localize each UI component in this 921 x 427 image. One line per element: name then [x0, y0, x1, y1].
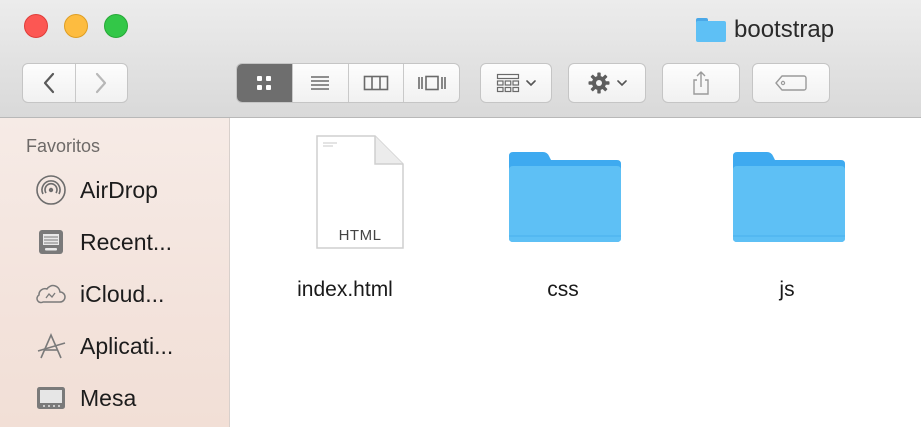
folder-item-js[interactable]: js: [687, 134, 887, 302]
chevron-right-icon: [96, 72, 107, 94]
arrange-button[interactable]: [480, 63, 552, 103]
folder-thumbnail: [687, 134, 887, 254]
back-button[interactable]: [23, 64, 75, 102]
sidebar-item-label: Mesa: [80, 384, 137, 411]
forward-button[interactable]: [74, 64, 128, 102]
airdrop-icon: [34, 173, 68, 207]
sidebar-item-label: Recent...: [80, 228, 173, 255]
cover-flow-view-button[interactable]: [403, 64, 459, 102]
column-view-icon: [363, 75, 389, 91]
column-view-button[interactable]: [347, 64, 404, 102]
sidebar-item-airdrop[interactable]: AirDrop: [34, 170, 158, 210]
icon-view-button[interactable]: [237, 64, 292, 102]
window-title-text: bootstrap: [734, 16, 835, 43]
tag-icon: [775, 75, 807, 91]
sidebar: Favoritos AirDrop Recent... iCloud... Ap…: [0, 118, 230, 427]
view-mode-control: [236, 63, 460, 103]
share-icon: [693, 71, 709, 95]
chevron-left-icon: [43, 72, 54, 94]
share-button[interactable]: [662, 63, 740, 103]
grid-arrange-icon: [496, 73, 520, 93]
sidebar-item-recents[interactable]: Recent...: [34, 222, 172, 262]
cover-flow-icon: [417, 75, 446, 91]
file-item-index-html[interactable]: HTML index.html: [245, 134, 445, 302]
file-browser: HTML index.html css js: [231, 118, 921, 427]
applications-icon: [34, 329, 68, 363]
close-window-button[interactable]: [24, 14, 48, 38]
sidebar-item-applications[interactable]: Aplicati...: [34, 326, 173, 366]
folder-icon: [733, 152, 845, 242]
folder-icon: [696, 18, 726, 42]
file-thumbnail: HTML: [245, 134, 445, 254]
folder-thumbnail: [463, 134, 663, 254]
icloud-icon: [34, 277, 68, 311]
sidebar-item-icloud[interactable]: iCloud...: [34, 274, 164, 314]
folder-name: css: [547, 278, 579, 301]
list-view-icon: [311, 76, 330, 90]
folder-icon: [509, 152, 621, 242]
sidebar-heading-favorites: Favoritos: [26, 136, 101, 156]
recents-icon: [34, 225, 68, 259]
icon-view-icon: [257, 76, 272, 90]
minimize-window-button[interactable]: [64, 14, 88, 38]
sidebar-item-label: iCloud...: [80, 280, 165, 307]
sidebar-item-desktop[interactable]: Mesa: [34, 378, 136, 418]
chevron-down-icon: [526, 80, 536, 87]
sidebar-item-label: AirDrop: [80, 176, 158, 203]
file-type-badge: HTML: [338, 227, 382, 244]
tags-button[interactable]: [752, 63, 830, 103]
gear-icon: [588, 72, 610, 94]
window-title: bootstrap: [696, 14, 834, 46]
chevron-down-icon: [617, 80, 627, 87]
toolbar: bootstrap: [0, 0, 921, 118]
folder-item-css[interactable]: css: [463, 134, 663, 302]
sidebar-item-label: Aplicati...: [80, 332, 174, 359]
navigation-buttons: [22, 63, 128, 103]
file-name: index.html: [297, 278, 393, 301]
list-view-button[interactable]: [291, 64, 348, 102]
action-button[interactable]: [568, 63, 646, 103]
zoom-window-button[interactable]: [104, 14, 128, 38]
folder-name: js: [779, 278, 795, 301]
finder-window: bootstrap Favoritos AirDrop Recent... iC…: [0, 0, 921, 427]
desktop-icon: [34, 381, 68, 415]
